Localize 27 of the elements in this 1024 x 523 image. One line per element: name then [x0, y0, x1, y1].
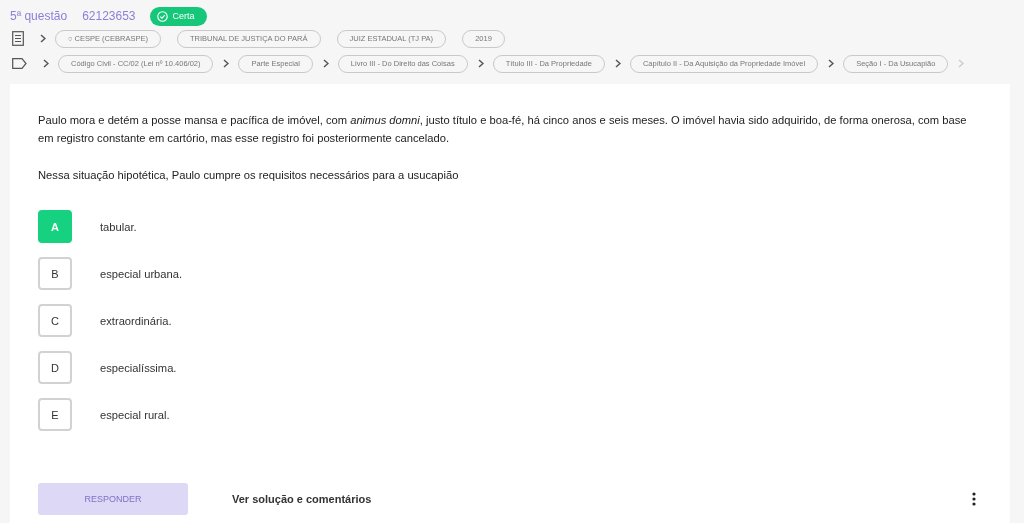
- option-text: extraordinária.: [100, 314, 172, 327]
- result-badge: Certa: [149, 6, 207, 26]
- document-icon: [12, 31, 24, 46]
- option-text: especial rural.: [100, 408, 170, 421]
- question-text: Paulo mora e detém a posse mansa e pacífica de imóvel, com animus domni, justo título e boa-fé, há cinco anos e seis meses. O imóvel havia sido adquirido, de forma onerosa, com base em registro constante em cartório, mas esse registro foi posteriormente cancelado.: [38, 113, 968, 146]
- question-text: Nessa situação hipotética, Paulo cumpre os requisitos necessários para a usucapião: [38, 168, 460, 183]
- option-text: especialíssima.: [100, 361, 177, 374]
- chevron-icon: [43, 59, 49, 68]
- chevron-icon: [40, 34, 46, 43]
- chevron-icon: [322, 59, 329, 68]
- option-letter-button[interactable]: D: [38, 351, 72, 384]
- question-id[interactable]: 62123653: [82, 9, 136, 23]
- option-letter-button[interactable]: E: [38, 398, 72, 431]
- chevron-icon: [958, 59, 965, 68]
- more-options-icon: [972, 492, 976, 506]
- chevron-icon: [223, 59, 230, 68]
- option-text: tabular.: [100, 220, 137, 233]
- check-circle-icon: [156, 10, 168, 22]
- chevron-icon: [614, 59, 621, 68]
- option-letter-button[interactable]: C: [38, 304, 72, 337]
- option-text: especial urbana.: [100, 267, 183, 280]
- solution-link[interactable]: Ver solução e comentários: [232, 493, 372, 505]
- chevron-icon: [477, 59, 484, 68]
- tag-icon: [12, 58, 27, 69]
- option-letter-button[interactable]: B: [38, 257, 72, 290]
- question-number: 5ª questão: [10, 9, 68, 23]
- chevron-icon: [828, 59, 835, 68]
